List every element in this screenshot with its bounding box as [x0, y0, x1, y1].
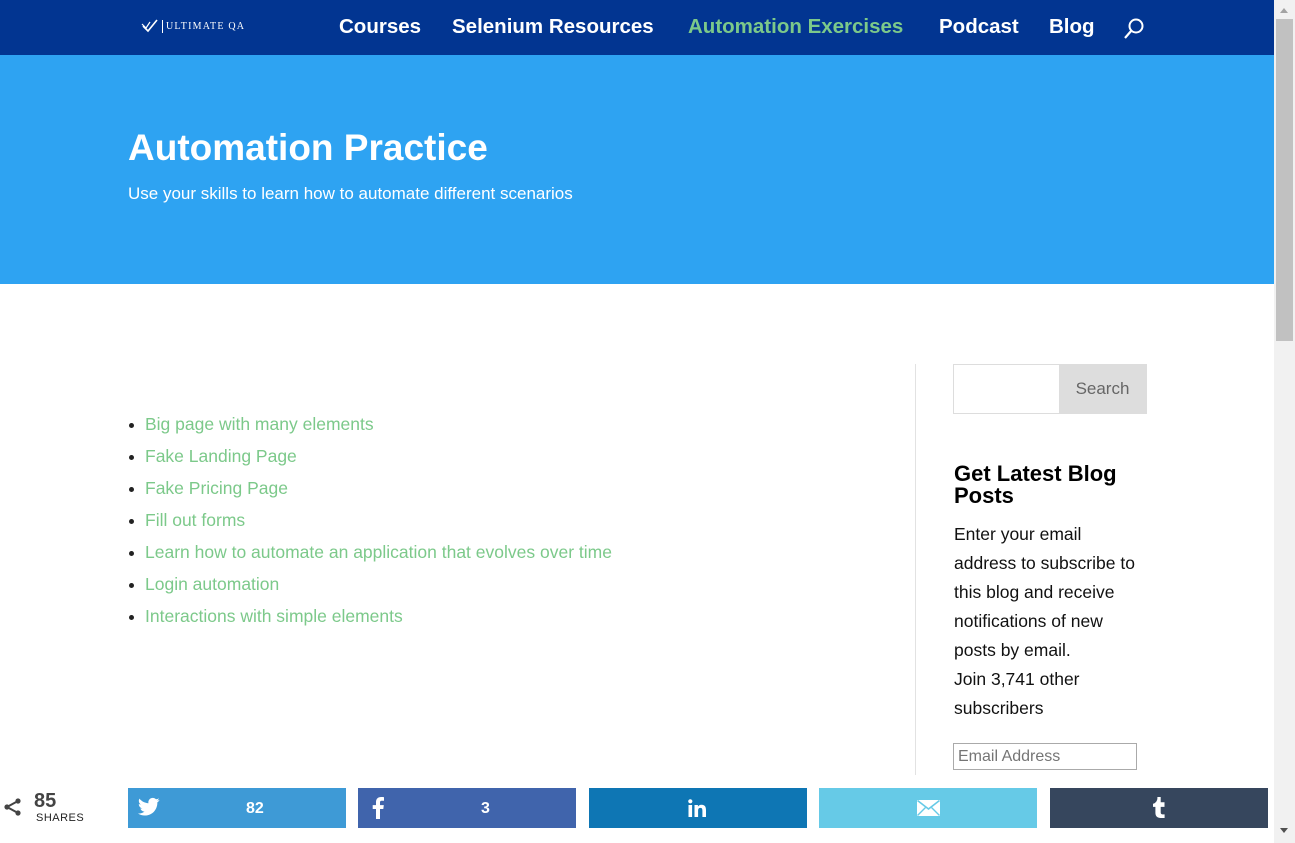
link-fake-pricing-page[interactable]: Fake Pricing Page	[145, 478, 288, 498]
subscribe-email-field[interactable]	[953, 743, 1137, 770]
link-fill-out-forms[interactable]: Fill out forms	[145, 510, 245, 530]
logo-divider	[162, 19, 163, 33]
nav-blog[interactable]: Blog	[1049, 15, 1095, 39]
share-total-label: SHARES	[36, 812, 85, 824]
sidebar-divider	[915, 364, 916, 775]
link-fake-landing-page[interactable]: Fake Landing Page	[145, 446, 297, 466]
list-item: Fake Pricing Page	[128, 476, 612, 508]
twitter-share-button[interactable]: 82	[128, 788, 346, 828]
check-shield-icon	[141, 19, 158, 33]
logo-text: ULTIMATE QA	[166, 20, 246, 32]
search-icon[interactable]	[1122, 17, 1146, 41]
sidebar-search-button[interactable]: Search	[1059, 365, 1146, 413]
facebook-share-count: 3	[481, 800, 490, 817]
nav-podcast[interactable]: Podcast	[939, 15, 1019, 39]
sidebar-search: Search	[953, 364, 1147, 414]
hero-banner: Automation Practice Use your skills to l…	[0, 55, 1274, 284]
twitter-share-count: 82	[246, 800, 264, 817]
linkedin-icon	[688, 799, 706, 817]
link-login-automation[interactable]: Login automation	[145, 574, 279, 594]
list-item: Big page with many elements	[128, 412, 612, 444]
tumblr-icon	[1153, 797, 1165, 818]
subscribe-description-text: Enter your email address to subscribe to…	[954, 524, 1135, 660]
nav-selenium-resources[interactable]: Selenium Resources	[452, 15, 654, 39]
top-navigation-bar: ULTIMATE QA Courses Selenium Resources A…	[0, 0, 1274, 55]
list-item: Learn how to automate an application tha…	[128, 540, 612, 572]
link-simple-elements[interactable]: Interactions with simple elements	[145, 606, 403, 626]
list-item: Fake Landing Page	[128, 444, 612, 476]
sidebar-search-input[interactable]	[954, 365, 1059, 413]
scroll-up-arrow[interactable]	[1280, 8, 1288, 13]
subscriber-count-text: Join 3,741 other subscribers	[954, 669, 1080, 718]
facebook-icon	[372, 797, 384, 819]
page-subtitle: Use your skills to learn how to automate…	[128, 184, 573, 203]
exercise-links-list: Big page with many elements Fake Landing…	[128, 412, 612, 636]
twitter-icon	[138, 797, 160, 816]
vertical-scrollbar[interactable]	[1274, 0, 1295, 843]
link-evolving-application[interactable]: Learn how to automate an application tha…	[145, 542, 612, 562]
linkedin-share-button[interactable]	[589, 788, 807, 828]
blog-subscribe-description: Enter your email address to subscribe to…	[954, 520, 1144, 723]
list-item: Interactions with simple elements	[128, 604, 612, 636]
nav-automation-exercises[interactable]: Automation Exercises	[688, 15, 903, 39]
email-share-button[interactable]	[819, 788, 1037, 828]
facebook-share-button[interactable]: 3	[358, 788, 576, 828]
email-icon	[917, 800, 940, 816]
nav-courses[interactable]: Courses	[339, 15, 421, 39]
list-item: Login automation	[128, 572, 612, 604]
link-big-page[interactable]: Big page with many elements	[145, 414, 374, 434]
blog-subscribe-title: Get Latest Blog Posts	[954, 461, 1117, 508]
page-title: Automation Practice	[128, 127, 488, 168]
share-total-count: 85	[34, 790, 57, 812]
tumblr-share-button[interactable]	[1050, 788, 1268, 828]
share-total: 85 SHARES	[0, 790, 110, 830]
list-item: Fill out forms	[128, 508, 612, 540]
ultimate-qa-logo[interactable]: ULTIMATE QA	[141, 18, 245, 34]
scroll-down-arrow[interactable]	[1280, 828, 1288, 833]
scrollbar-thumb[interactable]	[1276, 19, 1293, 341]
